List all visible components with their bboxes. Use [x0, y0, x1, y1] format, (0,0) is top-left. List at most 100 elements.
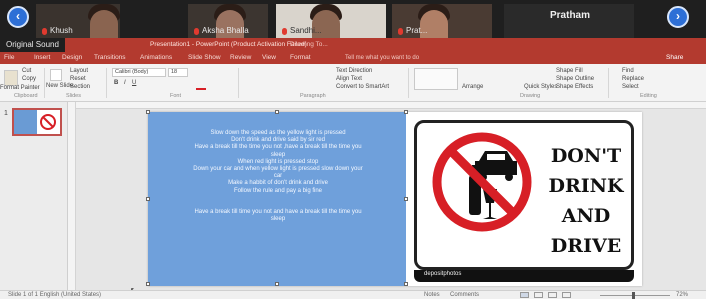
window-title: Presentation1 - PowerPoint (Product Acti…	[150, 41, 307, 48]
text-line: When red light is pressed stop	[237, 158, 319, 165]
shapes-gallery[interactable]	[414, 68, 458, 90]
zoom-slider[interactable]	[600, 295, 670, 296]
font-size-select[interactable]: 18	[168, 68, 188, 77]
horizontal-ruler	[76, 102, 706, 109]
share-button[interactable]: Share	[666, 53, 683, 63]
comments-button[interactable]: Comments	[450, 291, 479, 299]
participant-name: Sandhi...	[290, 26, 322, 35]
text-direction-button[interactable]: Text Direction	[336, 68, 372, 74]
text-line: Have a break till time you not and have …	[194, 209, 362, 216]
participant-tile-pratham[interactable]: Pratham	[504, 4, 634, 38]
text-line: Slow down the speed as the yellow light …	[210, 130, 346, 136]
convert-smartart-button[interactable]: Convert to SmartArt	[336, 84, 389, 90]
vertical-ruler	[68, 102, 76, 290]
group-label-font: Font	[170, 93, 182, 99]
participant-name: Khush	[50, 26, 73, 35]
next-page-button[interactable]: ›	[667, 6, 689, 28]
resize-handle[interactable]	[146, 197, 150, 201]
tab-design[interactable]: Design	[62, 54, 82, 61]
group-label-editing: Editing	[640, 93, 657, 99]
font-color-icon[interactable]	[196, 88, 206, 90]
text-line: sleep	[270, 151, 286, 158]
zoom-level[interactable]: 72%	[676, 291, 688, 299]
slide-sorter-button[interactable]	[534, 292, 543, 298]
slide-body-text[interactable]: Slow down the speed as the yellow light …	[158, 130, 398, 224]
tab-insert[interactable]: Insert	[34, 54, 50, 61]
tab-view[interactable]: View	[262, 54, 276, 61]
watermark-text: depositphotos	[424, 271, 462, 277]
image-watermark-bar: depositphotos	[414, 270, 634, 282]
resize-handle[interactable]	[404, 110, 408, 114]
slide-canvas[interactable]: Slow down the speed as the yellow light …	[146, 110, 642, 286]
slide-text-box[interactable]: Slow down the speed as the yellow light …	[146, 110, 408, 286]
warning-sign: DON'T DRINK AND DRIVE	[414, 120, 634, 270]
notes-button[interactable]: Notes	[424, 291, 440, 299]
layout-button[interactable]: Layout	[70, 68, 88, 74]
speaker-name: Pratham	[550, 10, 591, 21]
participant-name: Aksha Bhalla	[202, 26, 249, 35]
group-label-paragraph: Paragraph	[300, 93, 326, 99]
muted-mic-icon	[398, 28, 403, 35]
replace-button[interactable]: Replace	[622, 76, 644, 82]
arrange-button[interactable]: Arrange	[462, 84, 483, 90]
shape-outline-button[interactable]: Shape Outline	[556, 76, 594, 82]
normal-view-button[interactable]	[520, 292, 529, 298]
tab-animations[interactable]: Animations	[140, 54, 172, 61]
sign-word-drink: DRINK	[548, 175, 624, 197]
text-line: Down your car and when yellow light is p…	[193, 166, 363, 173]
format-painter-button[interactable]: Format Painter	[0, 85, 40, 91]
slide-number: 1	[4, 110, 8, 117]
quick-styles-button[interactable]: Quick Styles	[524, 84, 557, 90]
ribbon: Cut Copy Format Painter Clipboard New Sl…	[0, 64, 706, 102]
title-bar: Presentation1 - PowerPoint (Product Acti…	[0, 38, 706, 52]
section-button[interactable]: Section	[70, 84, 90, 90]
participant-tile[interactable]: Khush	[36, 4, 120, 38]
status-bar: Slide 1 of 1 English (United States) Not…	[0, 290, 706, 299]
italic-button[interactable]: I	[124, 80, 126, 86]
copy-button[interactable]: Copy	[22, 76, 36, 82]
reset-button[interactable]: Reset	[70, 76, 86, 82]
participant-tile[interactable]: Sandhi...	[276, 4, 386, 38]
text-line: Follow the rule and pay a big fine	[233, 187, 323, 194]
participant-tile[interactable]: Aksha Bhalla	[188, 4, 268, 38]
resize-handle[interactable]	[146, 282, 150, 286]
new-slide-icon[interactable]	[50, 69, 62, 81]
resize-handle[interactable]	[146, 110, 150, 114]
bold-button[interactable]: B	[114, 80, 118, 86]
dont-drink-and-drive-image[interactable]: DON'T DRINK AND DRIVE depositphotos	[408, 116, 640, 284]
select-button[interactable]: Select	[622, 84, 639, 90]
tab-file[interactable]: File	[4, 54, 14, 61]
paste-icon[interactable]	[4, 70, 18, 86]
tab-slide-show[interactable]: Slide Show	[188, 54, 221, 61]
slide-thumbnail[interactable]	[12, 108, 62, 136]
underline-button[interactable]: U	[132, 80, 136, 86]
video-call-strip: ‹ Khush Aksha Bhalla Sandhi... Prat... P…	[0, 0, 706, 38]
resize-handle[interactable]	[275, 110, 279, 114]
ribbon-tab-bar: File Insert Design Transitions Animation…	[0, 52, 706, 64]
shape-fill-button[interactable]: Shape Fill	[556, 68, 583, 74]
zoom-slider-thumb[interactable]	[632, 292, 635, 299]
cut-button[interactable]: Cut	[22, 68, 31, 74]
align-text-button[interactable]: Align Text	[336, 76, 362, 82]
group-label-slides: Slides	[66, 93, 81, 99]
tab-review[interactable]: Review	[230, 54, 251, 61]
text-line: car	[273, 173, 283, 180]
participant-tile[interactable]: Prat...	[392, 4, 492, 38]
font-name-select[interactable]: Calibri (Body)	[112, 68, 166, 77]
shape-effects-button[interactable]: Shape Effects	[556, 84, 593, 90]
tell-me-search[interactable]: Tell me what you want to do	[345, 53, 445, 63]
slide-show-button[interactable]	[562, 292, 571, 298]
text-line: Make a habbit of don't drink and drive	[228, 180, 328, 187]
resize-handle[interactable]	[275, 282, 279, 286]
tab-format[interactable]: Format	[290, 54, 311, 61]
group-label-clipboard: Clipboard	[14, 93, 38, 99]
previous-page-button[interactable]: ‹	[7, 6, 29, 28]
new-slide-button[interactable]: New Slide	[46, 83, 73, 89]
participant-name: Prat...	[406, 26, 428, 35]
tab-transitions[interactable]: Transitions	[94, 54, 126, 61]
find-button[interactable]: Find	[622, 68, 634, 74]
sign-word-drive: DRIVE	[550, 235, 622, 257]
slide-thumbnail-panel: 1	[0, 102, 68, 290]
reading-view-button[interactable]	[548, 292, 557, 298]
original-sound-button[interactable]: Original Sound	[0, 38, 65, 52]
